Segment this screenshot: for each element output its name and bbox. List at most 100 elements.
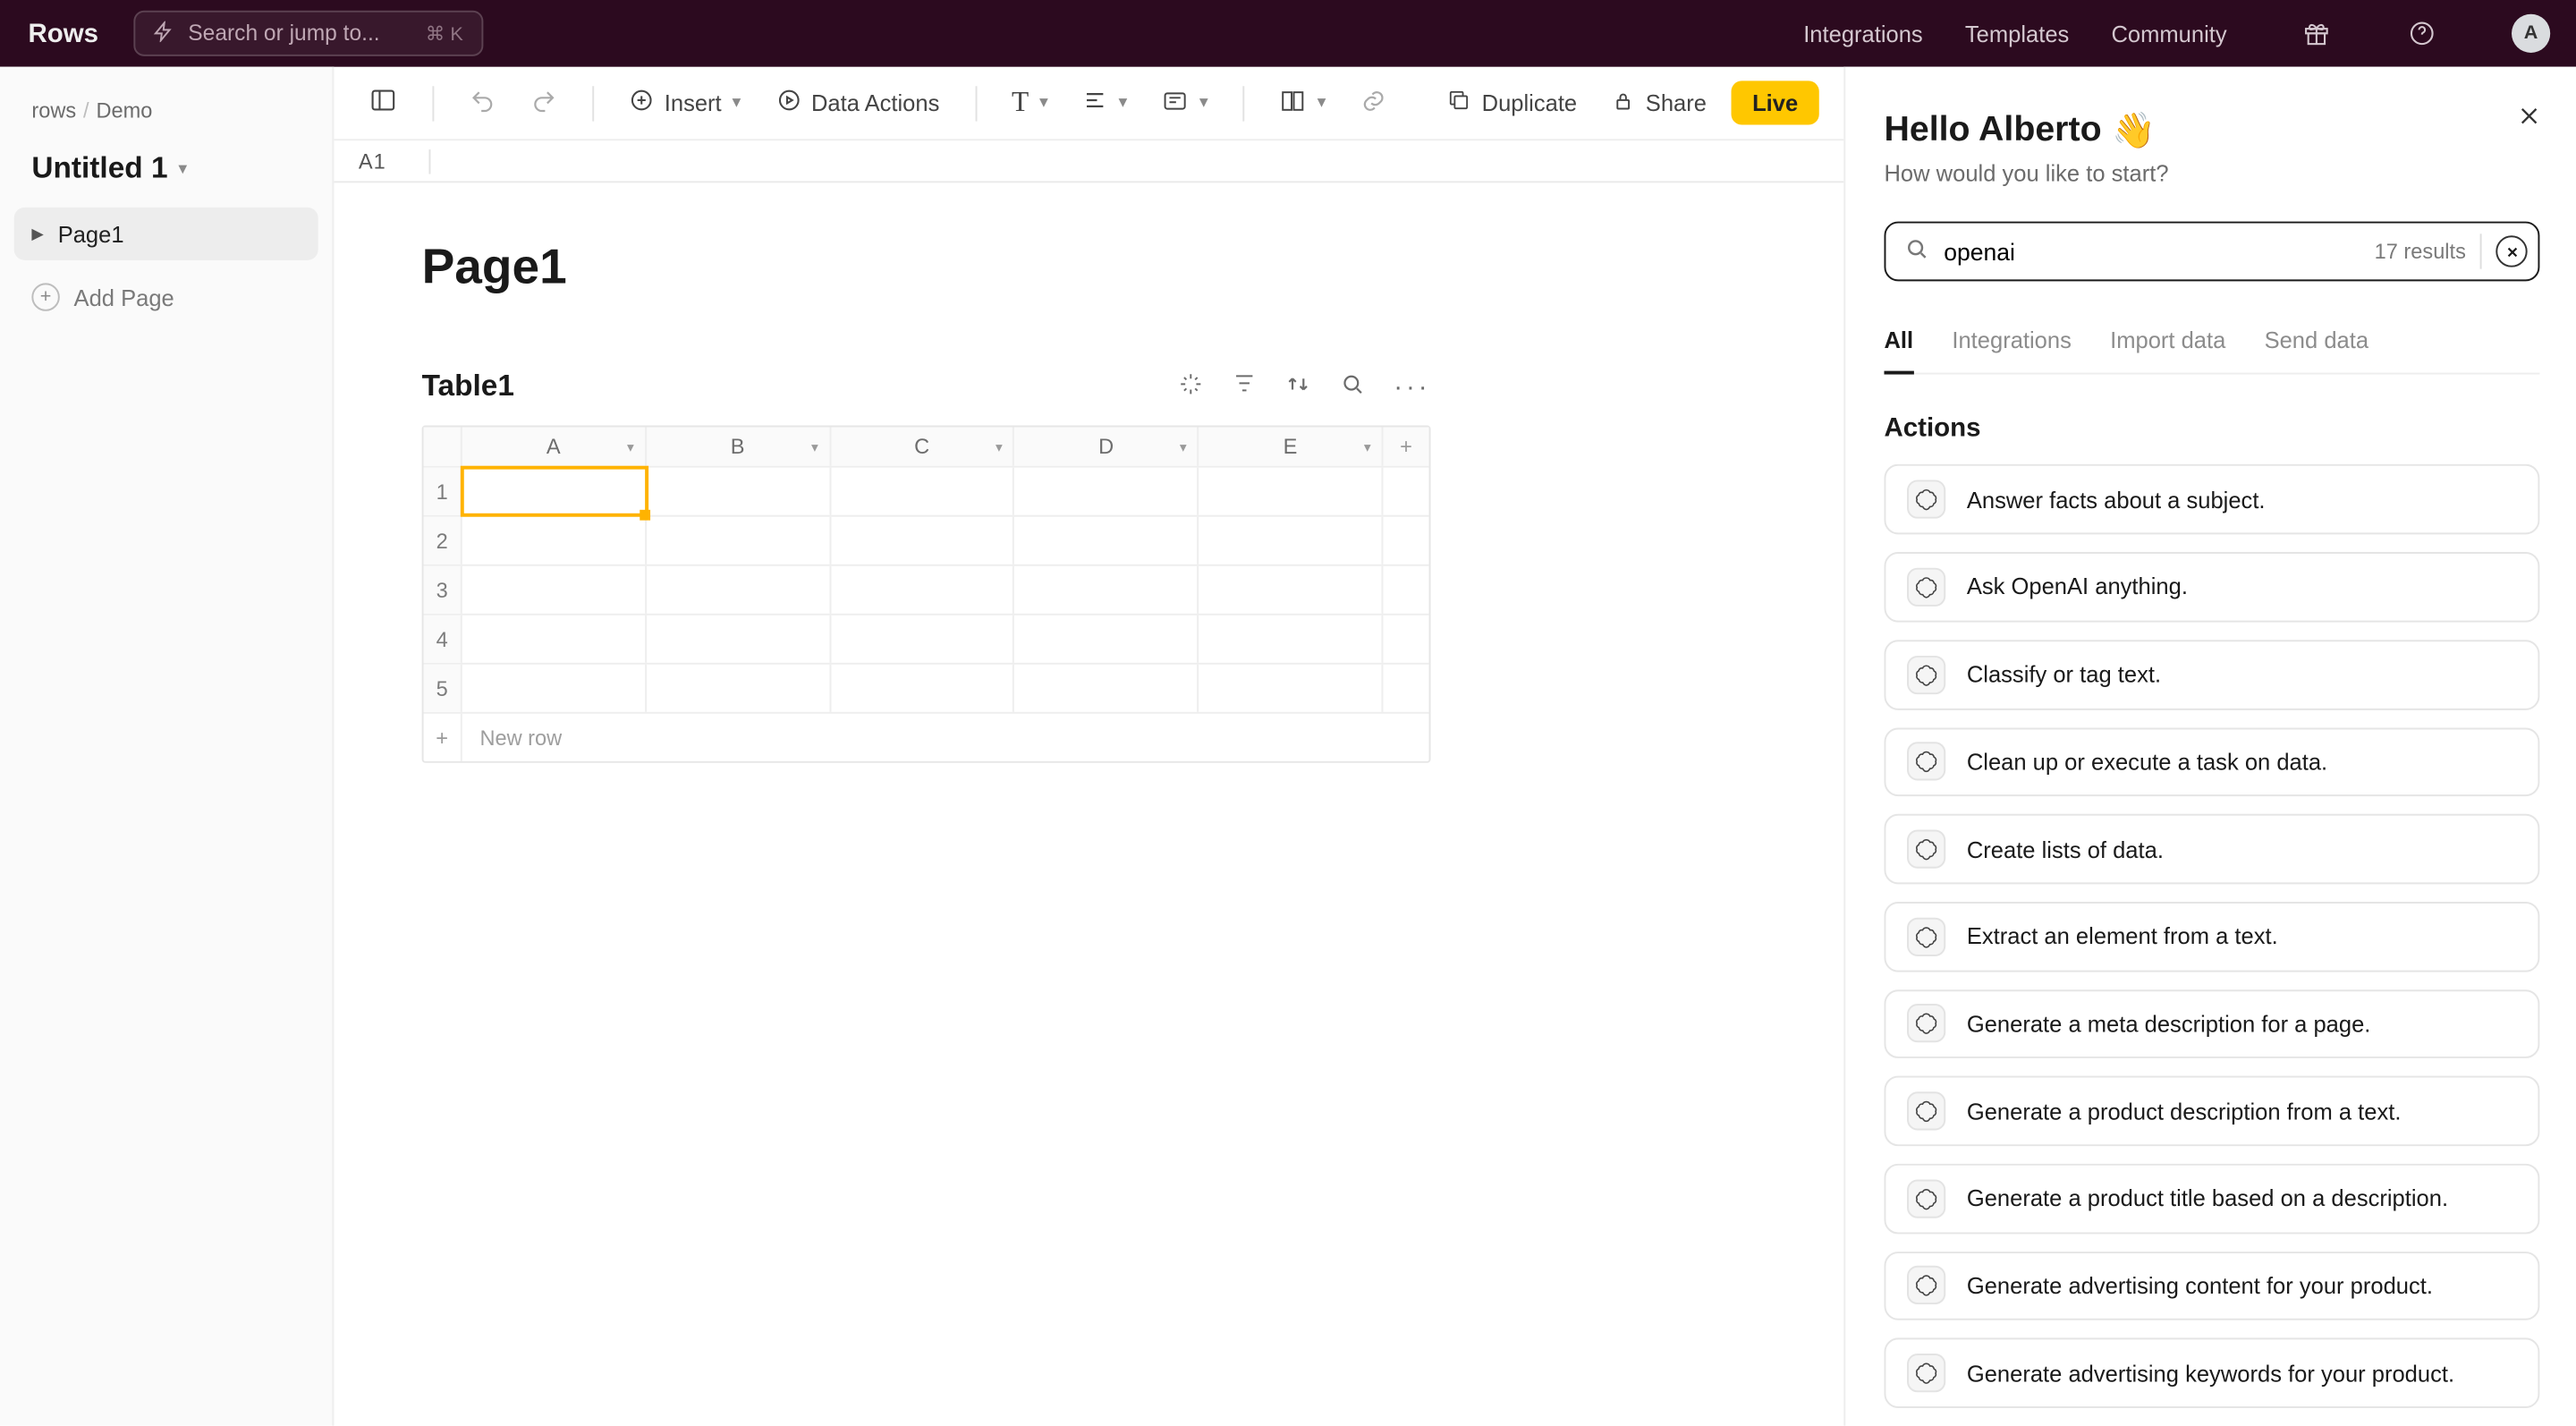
chevron-down-icon[interactable]: ▾ [996, 438, 1003, 454]
action-item[interactable]: Generate a product description from a te… [1884, 1076, 2539, 1146]
cell[interactable] [1199, 566, 1384, 614]
share-button[interactable]: Share [1602, 81, 1717, 123]
panel-search-input[interactable] [1944, 239, 2360, 265]
cell[interactable] [831, 566, 1015, 614]
chevron-down-icon[interactable]: ▾ [1364, 438, 1371, 454]
chevron-down-icon[interactable]: ▾ [178, 159, 187, 179]
data-actions-button[interactable]: Data Actions [766, 81, 950, 124]
cell[interactable] [462, 566, 647, 614]
column-header[interactable]: B▾ [647, 427, 831, 465]
page-title[interactable]: Page1 [422, 239, 1756, 295]
tab-send-data[interactable]: Send data [2265, 314, 2368, 374]
tab-integrations[interactable]: Integrations [1952, 314, 2071, 374]
cell[interactable] [1015, 665, 1199, 712]
breadcrumb-root[interactable]: rows [31, 98, 76, 123]
cell[interactable] [831, 615, 1015, 663]
cell[interactable] [831, 665, 1015, 712]
duplicate-button[interactable]: Duplicate [1436, 81, 1588, 124]
row-header[interactable]: 1 [424, 468, 462, 515]
table-row[interactable]: 2 [424, 515, 1429, 564]
clear-search-button[interactable] [2496, 236, 2527, 267]
sort-icon[interactable] [1284, 370, 1310, 403]
new-row-button[interactable]: + New row [424, 712, 1429, 761]
column-header[interactable]: C▾ [831, 427, 1015, 465]
cell[interactable] [1015, 517, 1199, 564]
filter-icon[interactable] [1232, 371, 1257, 403]
table-title[interactable]: Table1 [422, 369, 514, 404]
nav-community[interactable]: Community [2111, 21, 2226, 47]
brand-logo[interactable]: Rows [28, 19, 98, 48]
live-button[interactable]: Live [1731, 81, 1818, 124]
cell[interactable] [1015, 615, 1199, 663]
sparkle-icon[interactable] [1178, 370, 1204, 403]
table-row[interactable]: 1 [424, 466, 1429, 515]
column-header[interactable]: E▾ [1199, 427, 1384, 465]
cell[interactable] [1199, 615, 1384, 663]
layout-button[interactable]: ▾ [1270, 80, 1337, 125]
cell[interactable] [647, 615, 831, 663]
global-search[interactable]: Search or jump to... ⌘ K [133, 11, 482, 56]
align-button[interactable]: ▾ [1072, 81, 1138, 124]
select-all-corner[interactable] [424, 427, 462, 465]
cell[interactable] [1199, 665, 1384, 712]
more-icon[interactable]: ··· [1394, 372, 1430, 402]
action-item[interactable]: Extract an element from a text. [1884, 902, 2539, 972]
text-format-button[interactable]: T▾ [1001, 81, 1058, 123]
document-title[interactable]: Untitled 1 [31, 151, 167, 186]
nav-templates[interactable]: Templates [1965, 21, 2069, 47]
tab-import-data[interactable]: Import data [2110, 314, 2225, 374]
close-icon[interactable] [2515, 102, 2543, 139]
spreadsheet[interactable]: A▾ B▾ C▾ D▾ E▾ + 1 2 [422, 426, 1431, 763]
table-row[interactable]: 3 [424, 564, 1429, 614]
table-row[interactable]: 5 [424, 663, 1429, 712]
nav-integrations[interactable]: Integrations [1803, 21, 1922, 47]
cell[interactable] [462, 615, 647, 663]
action-item[interactable]: Ask OpenAI anything. [1884, 552, 2539, 622]
help-icon[interactable] [2406, 18, 2437, 49]
gift-icon[interactable] [2301, 18, 2332, 49]
cell[interactable] [462, 665, 647, 712]
redo-button[interactable] [521, 80, 568, 125]
table-row[interactable]: 4 [424, 614, 1429, 663]
link-button[interactable] [1351, 80, 1398, 125]
undo-button[interactable] [459, 80, 506, 125]
action-item[interactable]: Create lists of data. [1884, 814, 2539, 884]
row-header[interactable]: 4 [424, 615, 462, 663]
chevron-down-icon[interactable]: ▾ [811, 438, 818, 454]
column-header[interactable]: A▾ [462, 427, 647, 465]
panel-search[interactable]: 17 results [1884, 222, 2539, 283]
cell[interactable] [462, 517, 647, 564]
wrap-button[interactable]: ▾ [1152, 80, 1219, 125]
add-page-button[interactable]: + Add Page [14, 271, 318, 324]
action-item[interactable]: Clean up or execute a task on data. [1884, 727, 2539, 797]
action-item[interactable]: Generate a meta description for a page. [1884, 989, 2539, 1058]
insert-button[interactable]: Insert ▾ [619, 81, 751, 124]
action-item[interactable]: Generate advertising content for your pr… [1884, 1251, 2539, 1320]
avatar[interactable]: A [2512, 14, 2550, 53]
formula-bar[interactable]: A1 [334, 140, 1843, 182]
cell[interactable] [1015, 566, 1199, 614]
cell[interactable] [647, 566, 831, 614]
cell[interactable] [1199, 468, 1384, 515]
cell[interactable] [647, 665, 831, 712]
tab-all[interactable]: All [1884, 314, 1913, 376]
chevron-down-icon[interactable]: ▾ [1180, 438, 1187, 454]
action-item[interactable]: Classify or tag text. [1884, 640, 2539, 709]
action-item[interactable]: Answer facts about a subject. [1884, 465, 2539, 535]
row-header[interactable]: 3 [424, 566, 462, 614]
panel-toggle-button[interactable] [359, 79, 408, 126]
row-header[interactable]: 5 [424, 665, 462, 712]
add-column-button[interactable]: + [1384, 427, 1429, 465]
cell[interactable] [1199, 517, 1384, 564]
chevron-down-icon[interactable]: ▾ [627, 438, 634, 454]
row-header[interactable]: 2 [424, 517, 462, 564]
breadcrumb-leaf[interactable]: Demo [96, 98, 152, 123]
cell-a1[interactable] [462, 468, 647, 515]
cell[interactable] [831, 517, 1015, 564]
action-item[interactable]: Generate a product title based on a desc… [1884, 1164, 2539, 1234]
cell[interactable] [647, 468, 831, 515]
action-item[interactable]: Generate advertising keywords for your p… [1884, 1338, 2539, 1408]
column-header[interactable]: D▾ [1015, 427, 1199, 465]
sidebar-page-item[interactable]: ▶ Page1 [14, 208, 318, 260]
cell[interactable] [831, 468, 1015, 515]
